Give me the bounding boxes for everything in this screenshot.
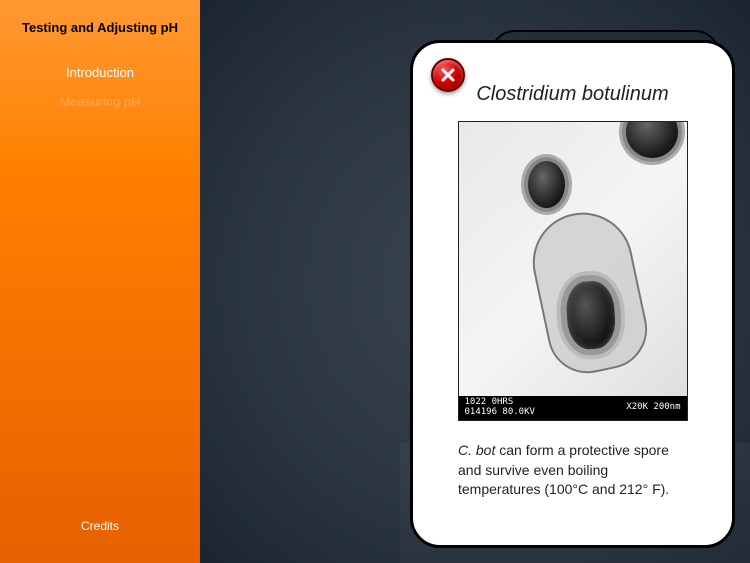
sidebar-footer: Credits: [10, 519, 190, 543]
sidebar-item-introduction[interactable]: Introduction: [10, 62, 190, 83]
close-button[interactable]: [431, 58, 465, 92]
modal-image: 1022 0HRS 014196 80.0KV X20K 200nm: [458, 121, 688, 421]
microscopy-scale-bar: 1022 0HRS 014196 80.0KV X20K 200nm: [459, 396, 687, 420]
spore-shape: [622, 121, 682, 162]
endospore-shape: [558, 273, 623, 357]
scale-info-left: 1022 0HRS 014196 80.0KV: [465, 398, 535, 418]
spore-shape: [524, 157, 569, 212]
modal-caption: C. bot can form a protective spore and s…: [453, 441, 692, 500]
sidebar: Testing and Adjusting pH Introduction Me…: [0, 0, 200, 563]
main-area: Clostridium botulinum 1022 0HRS 014196 8…: [200, 0, 750, 563]
microscopy-image: 1022 0HRS 014196 80.0KV X20K 200nm: [459, 122, 687, 420]
credits-link[interactable]: Credits: [10, 519, 190, 533]
caption-species: C. bot: [458, 442, 495, 458]
module-title: Testing and Adjusting pH: [10, 20, 190, 37]
bacteria-shape: [523, 203, 654, 380]
close-icon: [440, 67, 456, 83]
modal-title: Clostridium botulinum: [453, 83, 692, 106]
scale-info-right: X20K 200nm: [626, 403, 680, 413]
sidebar-item-measuring-ph[interactable]: Measuring pH: [10, 91, 190, 112]
info-modal: Clostridium botulinum 1022 0HRS 014196 8…: [410, 40, 735, 548]
sidebar-nav: Introduction Measuring pH: [10, 62, 190, 112]
